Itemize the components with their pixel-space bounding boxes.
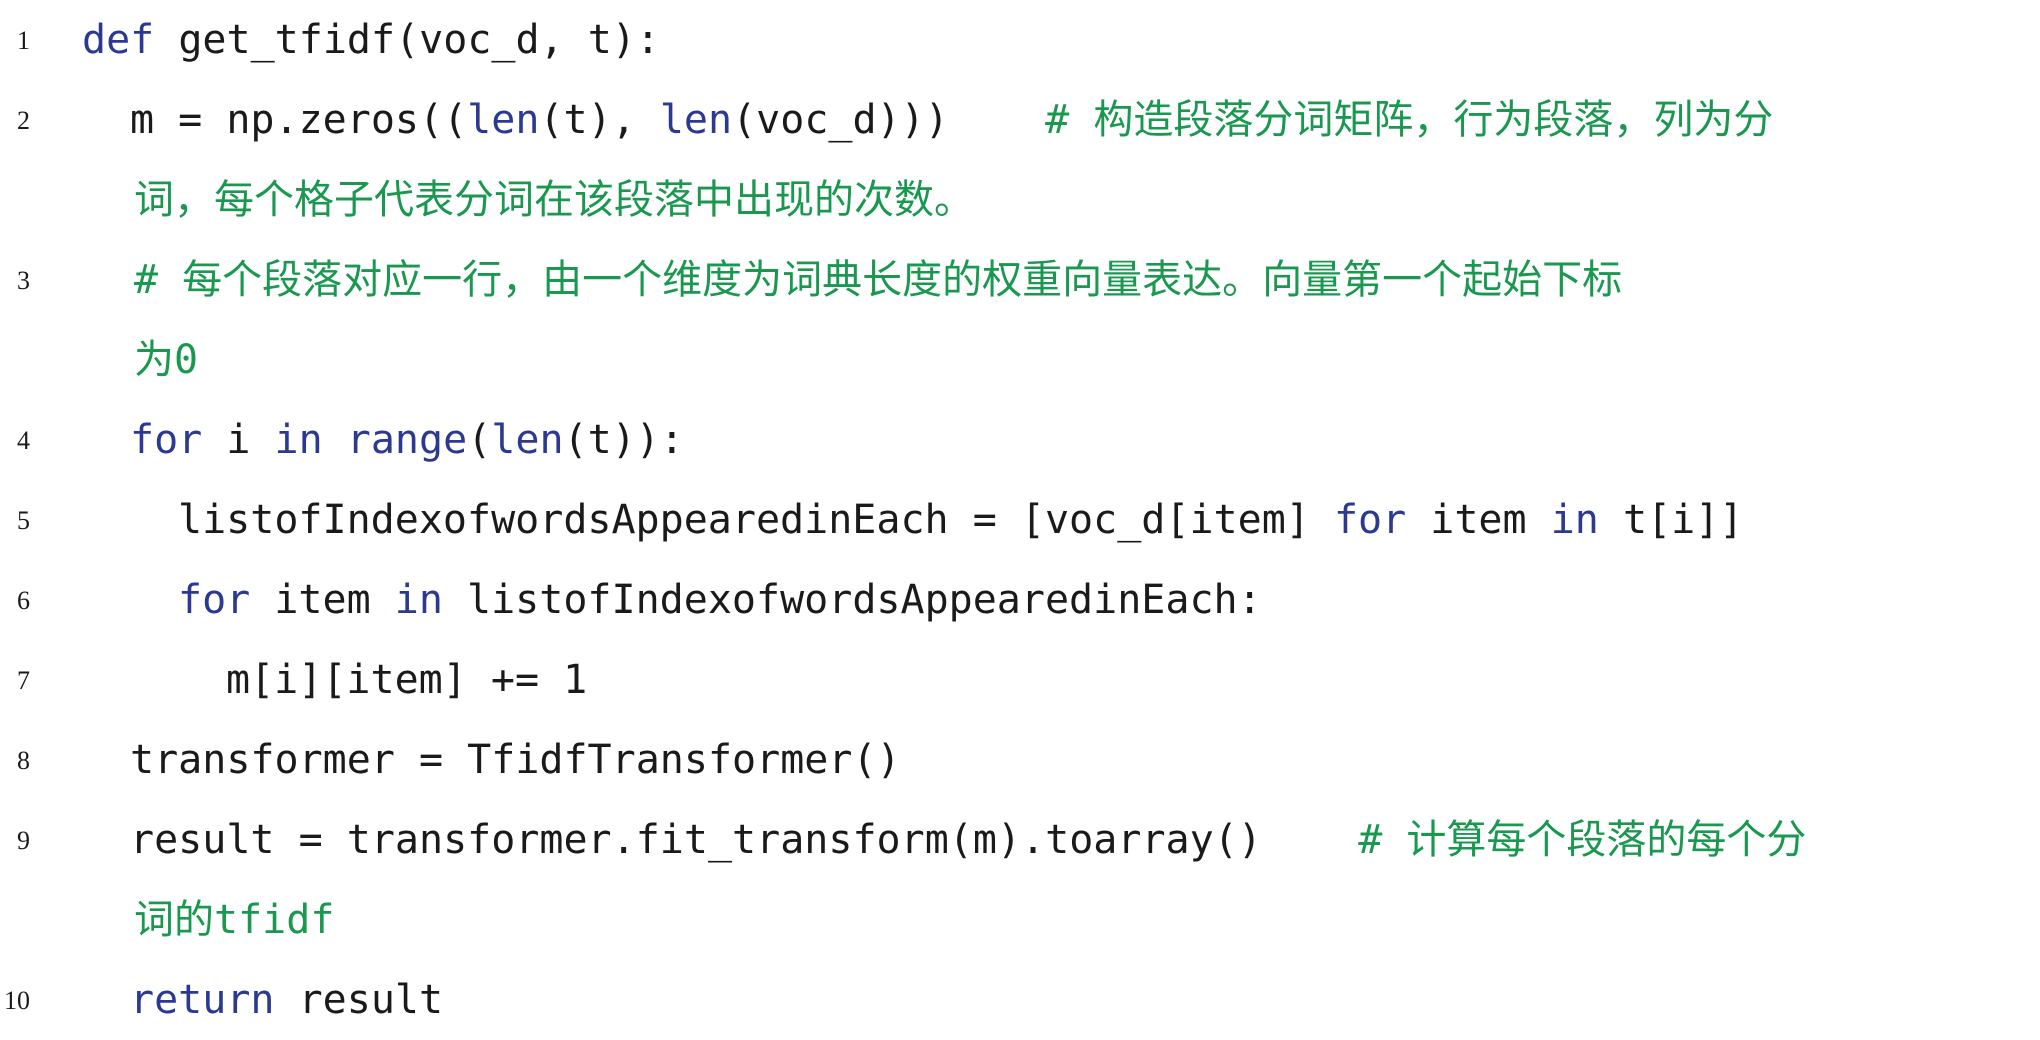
line-number: 1	[17, 26, 30, 55]
code-line-3: 3 # 每个段落对应一行，由一个维度为词典长度的权重向量表达。向量第一个起始下标	[0, 240, 2040, 320]
comment: # 计算每个段落的每个分	[1358, 817, 1807, 863]
comment-continuation: 词的tfidf	[134, 897, 335, 943]
keyword: return	[130, 977, 275, 1023]
keyword: in	[394, 577, 443, 623]
keyword: for	[178, 577, 251, 623]
code-line-9: 9 result = transformer.fit_transform(m).…	[0, 800, 2040, 880]
code-text: m = np.zeros((len(t), len(voc_d))) # 构造段…	[130, 80, 1773, 160]
code-line-10: 10 return result	[0, 960, 2040, 1040]
code-token: result = transformer.fit_transform(m).to…	[130, 817, 1359, 863]
code-text: listofIndexofwordsAppearedinEach = [voc_…	[178, 480, 1743, 560]
code-token: result	[274, 977, 444, 1023]
code-token: m = np.zeros((	[130, 97, 468, 143]
line-number: 3	[17, 266, 30, 295]
line-number: 4	[17, 426, 30, 455]
line-number: 6	[17, 586, 30, 615]
comment-continuation: 词，每个格子代表分词在该段落中出现的次数。	[134, 177, 974, 223]
line-number: 2	[17, 106, 30, 135]
code-line-7: 7 m[i][item] += 1	[0, 640, 2040, 720]
keyword: for	[130, 417, 203, 463]
code-text: for i in range(len(t)):	[130, 400, 684, 480]
code-token: get_tfidf(voc_d, t):	[154, 17, 660, 63]
comment: # 构造段落分词矩阵，行为段落，列为分	[1045, 97, 1774, 143]
line-number: 9	[17, 826, 30, 855]
code-line-8: 8 transformer = TfidfTransformer()	[0, 720, 2040, 800]
code-token: (t)):	[563, 417, 684, 463]
code-token: transformer = TfidfTransformer()	[130, 737, 901, 783]
keyword: range	[346, 417, 468, 463]
code-text: transformer = TfidfTransformer()	[130, 720, 901, 800]
code-token: item	[1406, 497, 1551, 543]
code-text: result = transformer.fit_transform(m).to…	[130, 800, 1806, 880]
code-text: m[i][item] += 1	[226, 640, 587, 720]
code-line-4: 4 for i in range(len(t)):	[0, 400, 2040, 480]
keyword: len	[491, 417, 564, 463]
code-line-6: 6 for item in listofIndexofwordsAppeared…	[0, 560, 2040, 640]
code-token: listofIndexofwordsAppearedinEach = [voc_…	[178, 497, 1334, 543]
comment-continuation: 为0	[134, 337, 199, 383]
code-text: def get_tfidf(voc_d, t):	[82, 0, 660, 80]
code-token: t[i]]	[1598, 497, 1744, 543]
keyword: for	[1333, 497, 1407, 543]
code-text: # 每个段落对应一行，由一个维度为词典长度的权重向量表达。向量第一个起始下标	[134, 240, 1622, 320]
code-token: (t),	[539, 97, 660, 143]
line-number: 8	[17, 746, 30, 775]
code-token: item	[250, 577, 395, 623]
line-number: 10	[4, 986, 30, 1015]
code-text: return result	[130, 960, 443, 1040]
comment: # 每个段落对应一行，由一个维度为词典长度的权重向量表达。向量第一个起始下标	[134, 257, 1623, 303]
code-token: i	[202, 417, 275, 463]
code-token: (	[467, 417, 492, 463]
keyword: len	[467, 97, 540, 143]
line-number: 5	[17, 506, 30, 535]
line-number: 7	[17, 666, 30, 695]
code-line-5: 5 listofIndexofwordsAppearedinEach = [vo…	[0, 480, 2040, 560]
keyword: in	[1550, 497, 1599, 543]
code-line-2: 2 m = np.zeros((len(t), len(voc_d))) # 构…	[0, 80, 2040, 160]
code-token: m[i][item] += 1	[226, 657, 588, 703]
code-line-1: 1 def get_tfidf(voc_d, t):	[0, 0, 2040, 80]
code-token: (voc_d)))	[732, 97, 1046, 143]
code-text: for item in listofIndexofwordsAppearedin…	[178, 560, 1262, 640]
keyword: len	[659, 97, 733, 143]
keyword: def	[82, 17, 155, 63]
keyword: in	[274, 417, 323, 463]
code-listing: 1 def get_tfidf(voc_d, t): 2 m = np.zero…	[0, 0, 2040, 1035]
code-token: listofIndexofwordsAppearedinEach:	[442, 577, 1262, 623]
